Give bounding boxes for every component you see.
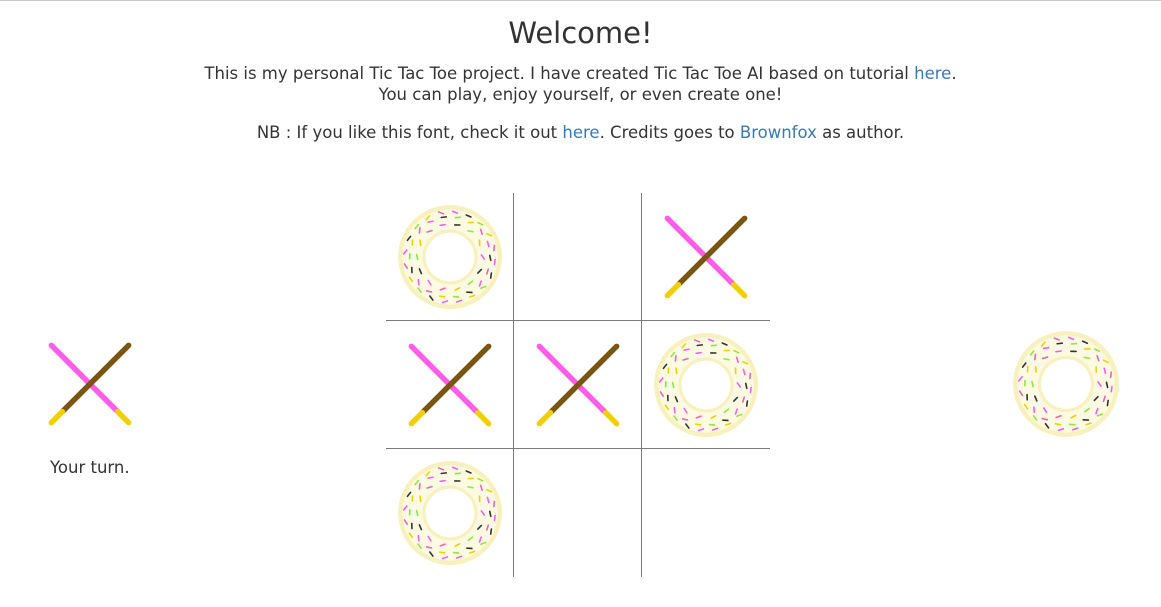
intro-text: This is my personal Tic Tac Toe project.… bbox=[204, 64, 915, 83]
board-cell-2[interactable] bbox=[514, 193, 642, 321]
turn-indicator: Your turn. bbox=[50, 458, 130, 477]
note-middle: . Credits goes to bbox=[599, 123, 740, 142]
player-o-marker bbox=[1012, 330, 1120, 438]
board-cell-3[interactable] bbox=[642, 193, 770, 321]
game-board bbox=[386, 193, 770, 577]
pocky-cross-icon bbox=[48, 342, 132, 426]
intro-tail: . bbox=[951, 64, 957, 83]
top-divider bbox=[0, 0, 1161, 1]
page: Welcome! This is my personal Tic Tac Toe… bbox=[0, 0, 1161, 607]
board-cell-8[interactable] bbox=[514, 449, 642, 577]
player-x-marker bbox=[44, 338, 136, 430]
sprinkle-donut-icon bbox=[1013, 331, 1119, 437]
intro-paragraph: This is my personal Tic Tac Toe project.… bbox=[0, 63, 1161, 105]
pocky-cross-icon bbox=[536, 343, 620, 427]
note-suffix: as author. bbox=[816, 123, 905, 142]
intro-line-2: You can play, enjoy yourself, or even cr… bbox=[378, 85, 783, 104]
note-prefix: NB : If you like this font, check it out bbox=[256, 123, 563, 142]
board-cell-4[interactable] bbox=[386, 321, 514, 449]
pocky-cross-icon bbox=[664, 215, 748, 299]
sprinkle-donut-icon bbox=[398, 205, 502, 309]
board-cell-7[interactable] bbox=[386, 449, 514, 577]
page-title: Welcome! bbox=[508, 16, 653, 50]
board-cell-6[interactable] bbox=[642, 321, 770, 449]
sprinkle-donut-icon bbox=[654, 333, 758, 437]
font-link[interactable]: here bbox=[562, 123, 599, 142]
board-cell-1[interactable] bbox=[386, 193, 514, 321]
board-cell-9[interactable] bbox=[642, 449, 770, 577]
pocky-cross-icon bbox=[408, 343, 492, 427]
tutorial-link[interactable]: here bbox=[914, 64, 951, 83]
author-link[interactable]: Brownfox bbox=[740, 123, 817, 142]
board-cell-5[interactable] bbox=[514, 321, 642, 449]
sprinkle-donut-icon bbox=[398, 461, 502, 565]
font-note: NB : If you like this font, check it out… bbox=[0, 122, 1161, 143]
